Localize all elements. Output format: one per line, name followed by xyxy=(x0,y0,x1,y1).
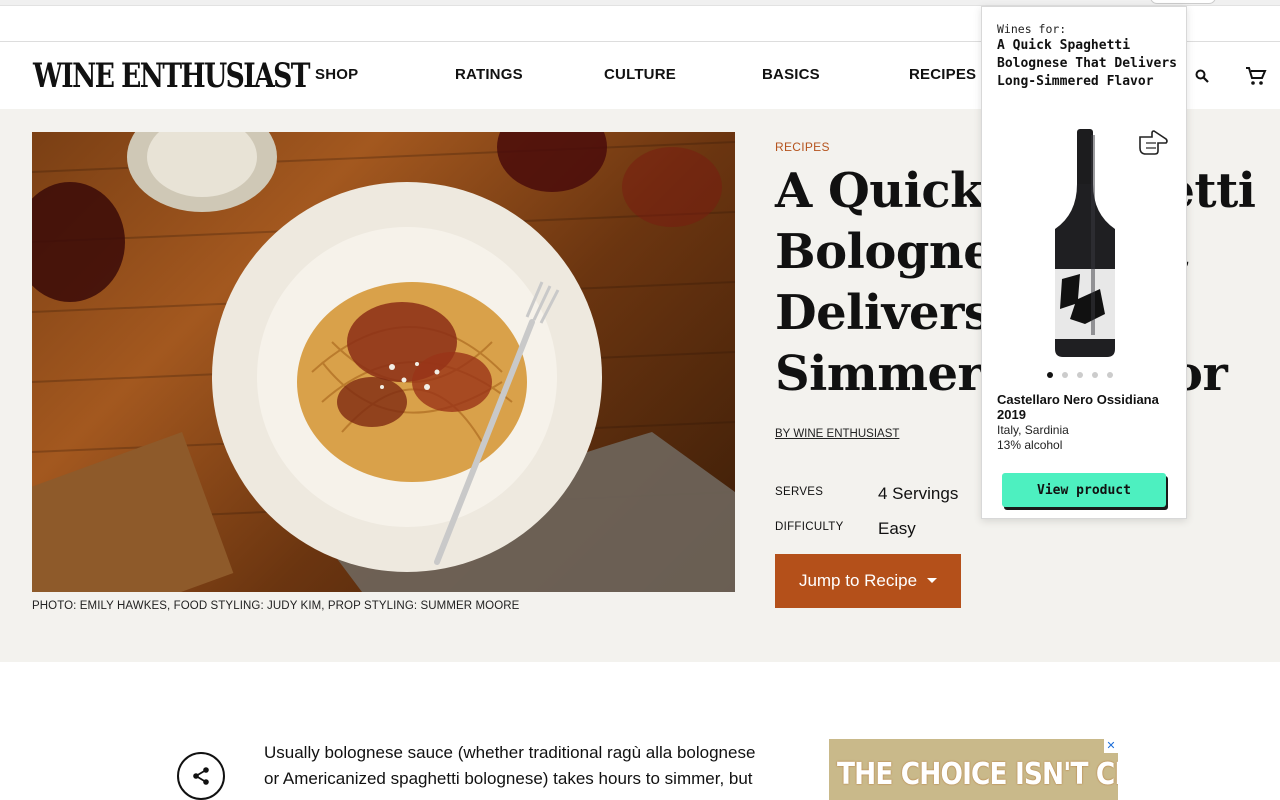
wine-name: Castellaro Nero Ossidiana 2019 xyxy=(997,392,1159,422)
nav-basics[interactable]: BASICS xyxy=(762,66,820,83)
jump-to-recipe-button[interactable]: Jump to Recipe xyxy=(775,554,961,608)
cart-icon[interactable] xyxy=(1244,64,1268,88)
serves-value: 4 Servings xyxy=(878,484,959,503)
byline-link[interactable]: BY WINE ENTHUSIAST xyxy=(775,428,899,440)
share-button[interactable] xyxy=(177,752,225,800)
carousel-dot[interactable] xyxy=(1047,372,1053,378)
caret-down-icon xyxy=(927,577,938,583)
ad-text: THE CHOICE ISN'T CLEAR. xyxy=(837,757,1118,792)
nav-shop[interactable]: SHOP xyxy=(315,66,358,83)
category-label[interactable]: RECIPES xyxy=(775,140,830,154)
carousel-dot[interactable] xyxy=(1107,372,1113,378)
nav-recipes[interactable]: RECIPES xyxy=(909,66,976,83)
wine-pairing-popup: Wines for: A Quick Spaghetti Bolognese T… xyxy=(981,6,1187,519)
popup-title: A Quick Spaghetti Bolognese That Deliver… xyxy=(997,38,1178,89)
carousel-dots xyxy=(1047,372,1113,378)
serves-label: SERVES xyxy=(775,486,824,498)
body-line: Usually bolognese sauce (whether traditi… xyxy=(264,743,756,762)
article-body: Usually bolognese sauce (whether traditi… xyxy=(264,740,804,792)
search-icon[interactable] xyxy=(1190,64,1214,88)
photo-caption: PHOTO: EMILY HAWKES, FOOD STYLING: JUDY … xyxy=(32,600,520,612)
carousel-dot[interactable] xyxy=(1077,372,1083,378)
difficulty-value: Easy xyxy=(878,519,916,538)
carousel-dot[interactable] xyxy=(1092,372,1098,378)
advertisement[interactable]: THE CHOICE ISN'T CLEAR. ✕ xyxy=(829,739,1118,800)
nav-culture[interactable]: CULTURE xyxy=(604,66,676,83)
top-pill[interactable] xyxy=(1150,0,1216,4)
difficulty-label: DIFFICULTY xyxy=(775,521,844,533)
jump-to-recipe-label: Jump to Recipe xyxy=(798,571,918,590)
view-product-button[interactable]: View product xyxy=(1002,473,1166,507)
wine-abv: 13% alcohol xyxy=(997,438,1063,452)
popup-for-label: Wines for: xyxy=(997,22,1067,36)
wine-region: Italy, Sardinia xyxy=(997,423,1069,437)
site-logo[interactable]: WINE ENTHUSIAST xyxy=(33,56,310,96)
carousel-dot[interactable] xyxy=(1062,372,1068,378)
body-line: or Americanized spaghetti bolognese) tak… xyxy=(264,769,753,788)
wine-bottle-image[interactable] xyxy=(1050,129,1120,369)
ad-close-icon[interactable]: ✕ xyxy=(1104,739,1118,753)
recipe-photo xyxy=(32,132,735,592)
hand-pointer-icon xyxy=(1138,129,1170,162)
nav-ratings[interactable]: RATINGS xyxy=(455,66,523,83)
share-icon xyxy=(193,767,209,785)
